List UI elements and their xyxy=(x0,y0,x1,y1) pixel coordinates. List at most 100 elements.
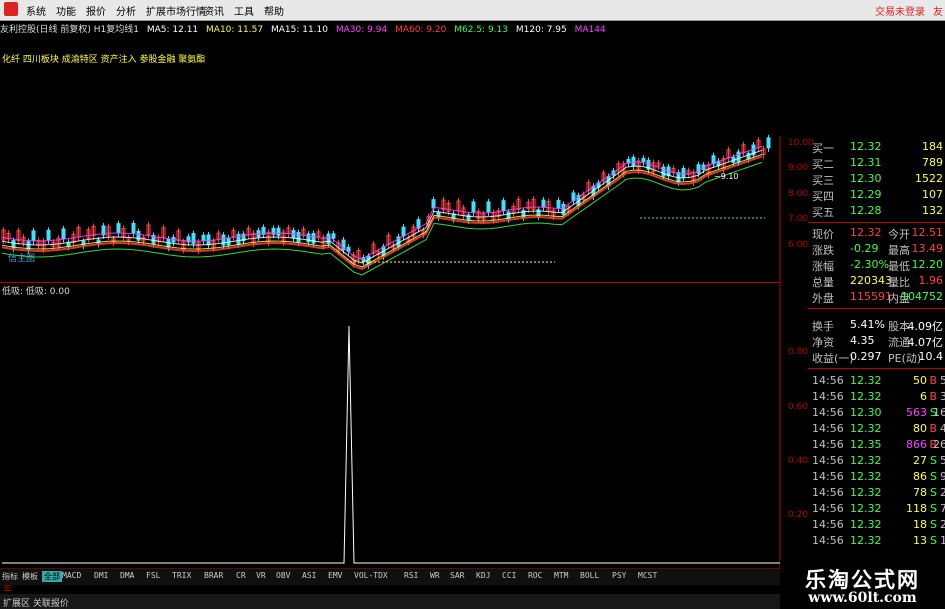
tab-emv[interactable]: EMV xyxy=(328,571,342,580)
tab-rsi[interactable]: RSI xyxy=(404,571,418,580)
candle xyxy=(541,199,546,208)
watermark: 乐淘公式网 www.60lt.com xyxy=(780,560,945,609)
ind-tick: 0.60 xyxy=(788,402,809,412)
bid-row: 买五 12.28 132 xyxy=(808,204,945,219)
candle xyxy=(661,166,666,177)
menu-quote[interactable]: 报价 xyxy=(86,3,106,18)
tab-fsl[interactable]: FSL xyxy=(146,571,160,580)
quote-value: 104752 xyxy=(901,290,943,303)
tick-row: 14:56 12.32 80 B 4 xyxy=(808,422,945,438)
tick-count: 4 xyxy=(940,422,945,435)
quote-panel: 买一 12.32 184 买二 12.31 789 买三 12.30 1522 买四 12.2… xyxy=(808,140,945,560)
menu-analysis[interactable]: 分析 xyxy=(116,3,136,18)
bid-price: 12.28 xyxy=(850,204,882,217)
tab-sar[interactable]: SAR xyxy=(450,571,464,580)
tick-count: 2 xyxy=(940,486,945,499)
tab-brar[interactable]: BRAR xyxy=(204,571,223,580)
tab-kdj[interactable]: KDJ xyxy=(476,571,490,580)
quote-value: 115591 xyxy=(850,290,892,303)
fund-key: 净资 xyxy=(812,336,834,349)
price-tick: 8.00 xyxy=(788,189,809,199)
tick-time: 14:56 xyxy=(812,390,844,403)
tab-macd[interactable]: MACD xyxy=(62,571,81,580)
divider xyxy=(808,368,945,369)
tick-count: 26 xyxy=(933,438,945,451)
menu-system[interactable]: 系统 xyxy=(26,3,46,18)
tick-count: 9 xyxy=(940,470,945,483)
quote-value: -0.29 xyxy=(850,242,879,255)
tab-vr[interactable]: VR xyxy=(256,571,266,580)
menu-help[interactable]: 帮助 xyxy=(264,3,284,18)
quote-value: 1.96 xyxy=(918,274,944,287)
candle xyxy=(31,230,36,242)
tab-mtm[interactable]: MTM xyxy=(554,571,568,580)
bid-row: 买三 12.30 1522 xyxy=(808,172,945,187)
tick-count: 16 xyxy=(933,406,945,419)
ma-lines xyxy=(1,145,765,276)
fund-row: 净资 4.35 流通 4.07亿 xyxy=(808,334,945,349)
tick-price: 12.32 xyxy=(850,518,882,531)
bid-label: 买一 xyxy=(812,142,834,155)
tick-price: 12.32 xyxy=(850,454,882,467)
menu-news[interactable]: 资讯 xyxy=(204,3,224,18)
tab-dma[interactable]: DMA xyxy=(120,571,134,580)
candle xyxy=(326,233,331,245)
bottom-bar-label[interactable]: 扩展区 关联报价 xyxy=(3,596,69,609)
tab-roc[interactable]: ROC xyxy=(528,571,542,580)
tick-time: 14:56 xyxy=(812,502,844,515)
tick-row: 14:56 12.32 27 S 5 xyxy=(808,454,945,470)
divider xyxy=(808,222,945,223)
quote-value: 220343 xyxy=(850,274,892,287)
tab-模板[interactable]: 模板 xyxy=(22,571,38,582)
tick-time: 14:56 xyxy=(812,470,844,483)
quote-value: 12.32 xyxy=(850,226,882,239)
candle xyxy=(191,232,196,244)
ma15-label: MA15: 11.10 xyxy=(270,25,328,35)
menu-function[interactable]: 功能 xyxy=(56,3,76,18)
quote-value: 12.51 xyxy=(911,226,944,239)
ind-tick: 0.80 xyxy=(788,347,809,357)
price-tick: 7.00 xyxy=(788,214,809,224)
tab-dmi[interactable]: DMI xyxy=(94,571,108,580)
tick-row: 14:56 12.32 18 S 2 xyxy=(808,518,945,534)
bid-label: 买三 xyxy=(812,174,834,187)
candle xyxy=(766,137,771,149)
tab-cci[interactable]: CCI xyxy=(502,571,516,580)
bid-row: 买一 12.32 184 xyxy=(808,140,945,155)
fund-value: 4.09亿 xyxy=(907,320,944,333)
tab-cr[interactable]: CR xyxy=(236,571,246,580)
candle xyxy=(736,151,741,163)
tab-asi[interactable]: ASI xyxy=(302,571,316,580)
ma10-label: MA10: 11.57 xyxy=(206,25,264,35)
tab-vol-tdx[interactable]: VOL-TDX xyxy=(354,571,388,580)
tick-side: B xyxy=(929,390,937,403)
tick-volume: 50 xyxy=(913,374,927,387)
ind-tick: 0.40 xyxy=(788,456,809,466)
tab-wr[interactable]: WR xyxy=(430,571,440,580)
tick-row: 14:56 12.32 86 S 9 xyxy=(808,470,945,486)
ma60-label: MA60: 9.20 xyxy=(395,25,447,35)
bid-volume: 107 xyxy=(922,188,943,201)
trade-login-link[interactable]: 交易未登录 xyxy=(875,3,925,18)
tick-row: 14:56 12.35 866 B 26 xyxy=(808,438,945,454)
menu-ext-market[interactable]: 扩展市场行情 xyxy=(146,3,206,18)
tab-指标[interactable]: 指标 xyxy=(2,571,18,582)
tab-boll[interactable]: BOLL xyxy=(580,571,599,580)
tab-trix[interactable]: TRIX xyxy=(172,571,191,580)
tab-mcst[interactable]: MCST xyxy=(638,571,657,580)
candle xyxy=(46,229,51,241)
menu-tools[interactable]: 工具 xyxy=(234,3,254,18)
tab-obv[interactable]: OBV xyxy=(276,571,290,580)
quote-row: 外盘 115591 内盘 104752 xyxy=(808,290,945,305)
quote-value: 12.20 xyxy=(911,258,944,271)
candle xyxy=(201,234,206,242)
tab-psy[interactable]: PSY xyxy=(612,571,626,580)
kline-chart[interactable] xyxy=(0,36,808,568)
tab-全部[interactable]: 全部 xyxy=(42,571,62,582)
tick-row: 14:56 12.32 118 S 7 xyxy=(808,502,945,518)
ma30-label: MA30: 9.94 xyxy=(335,25,388,35)
candle xyxy=(641,157,646,163)
bottom-bar: 扩展区 关联报价 xyxy=(0,594,780,609)
tick-volume: 563 xyxy=(906,406,927,419)
quote-row: 现价 12.32 今开 12.51 xyxy=(808,226,945,241)
